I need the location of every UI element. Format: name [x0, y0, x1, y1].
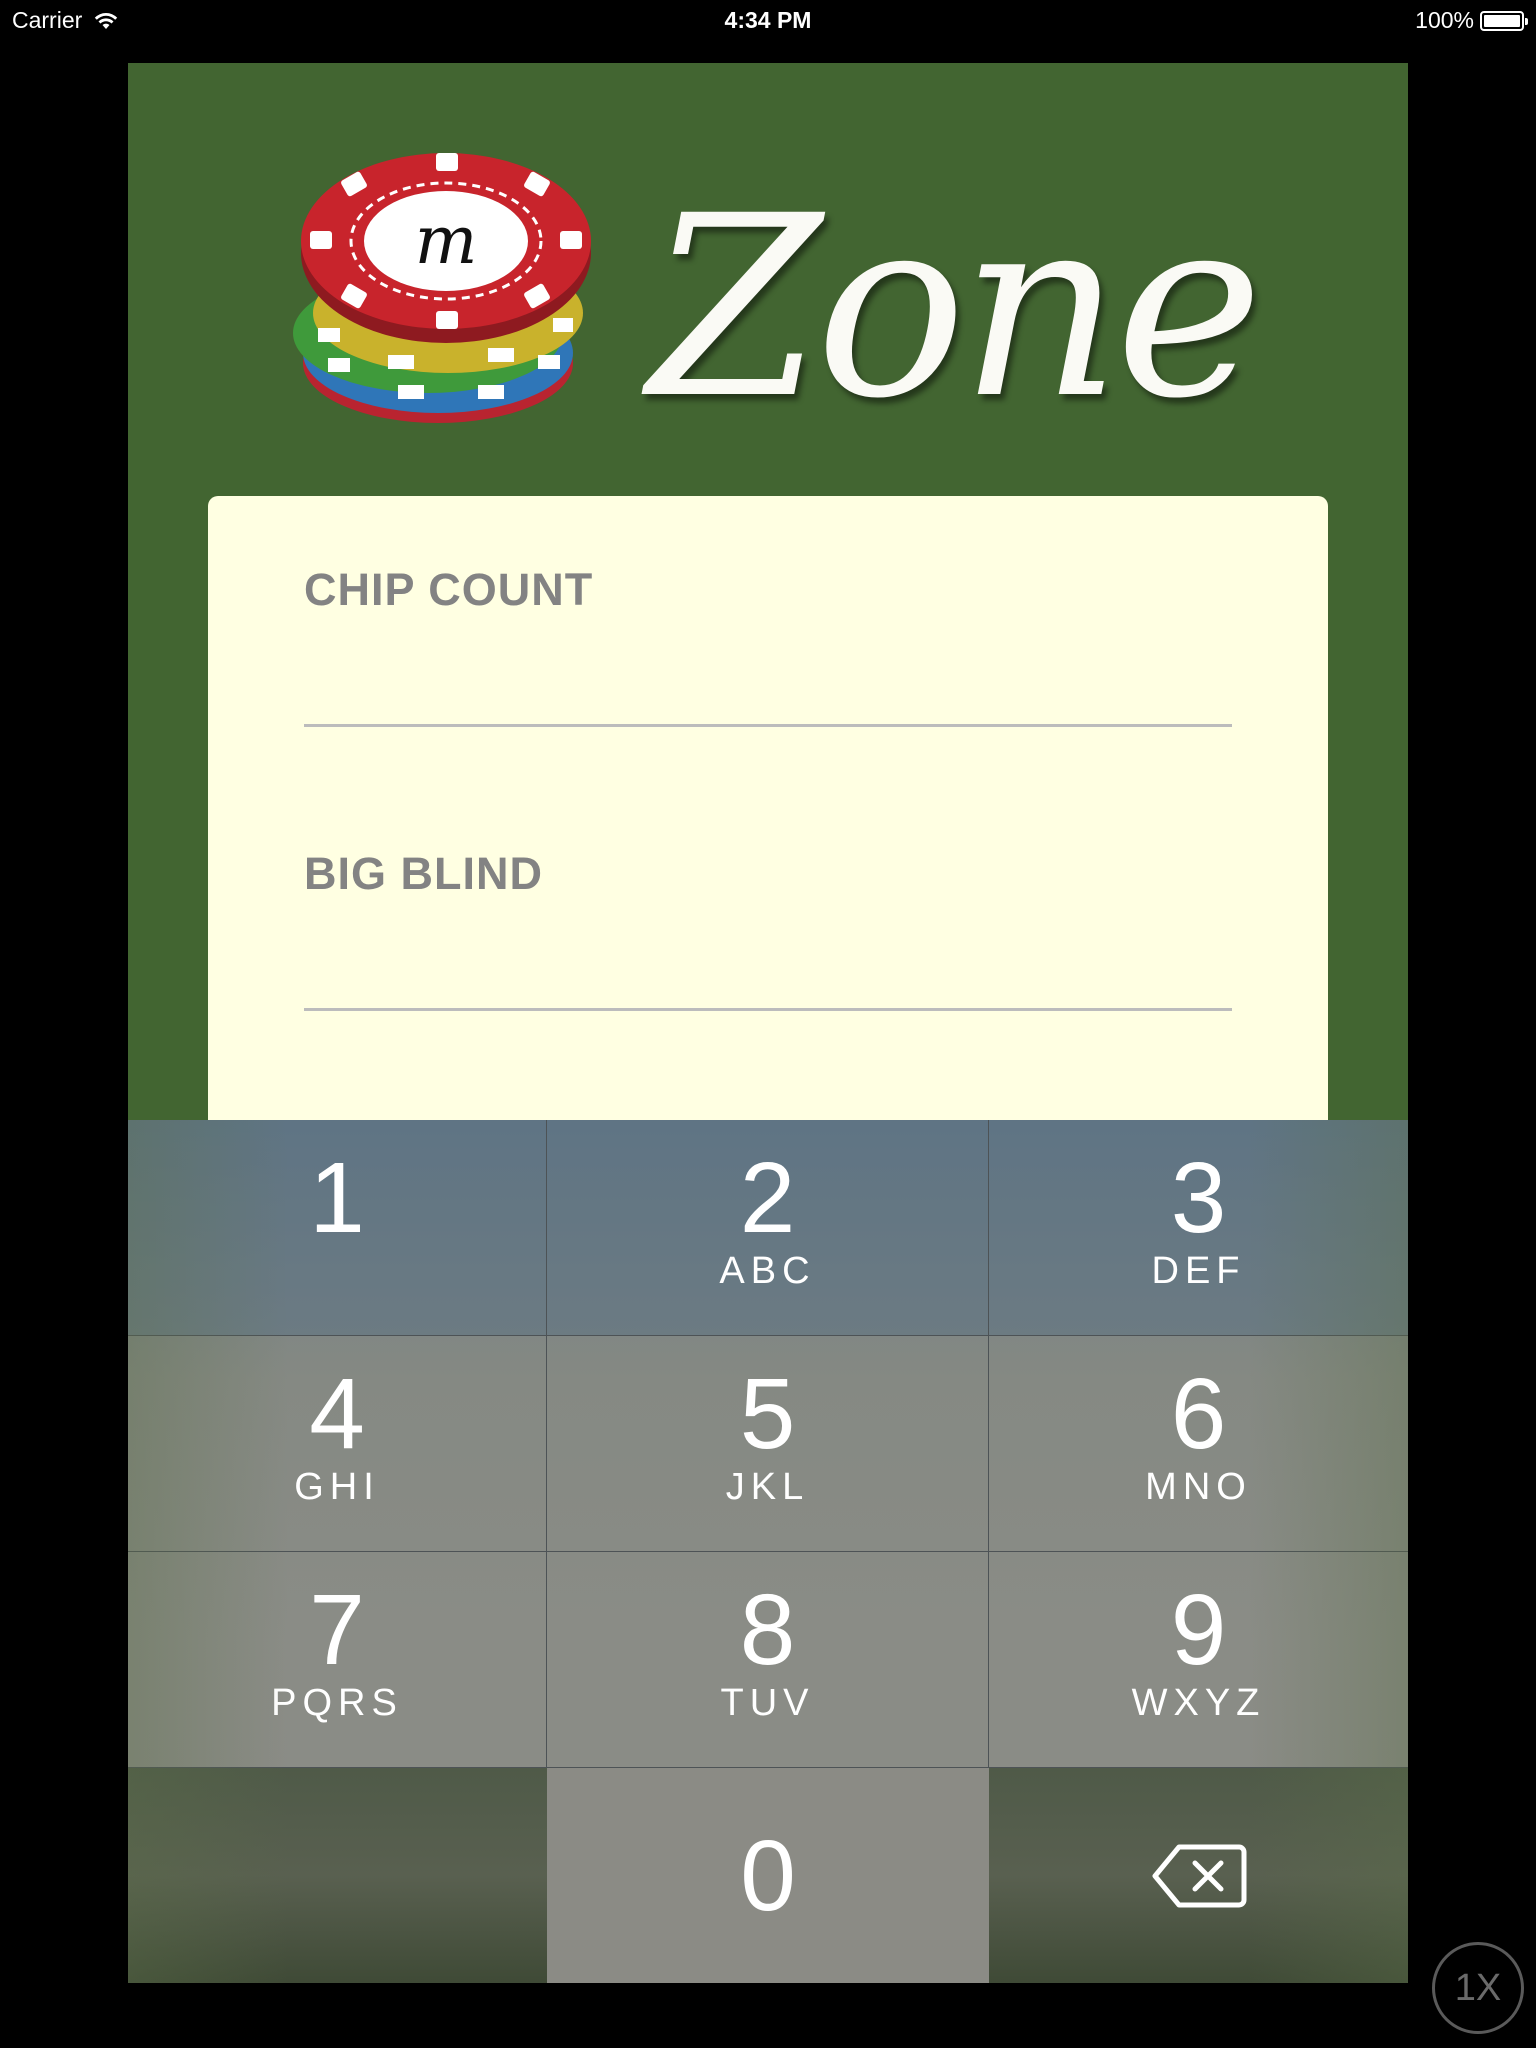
chip-count-input[interactable]	[304, 654, 1232, 727]
key-digit: 1	[309, 1142, 365, 1254]
key-blank	[128, 1768, 547, 1983]
status-time: 4:34 PM	[724, 7, 812, 33]
key-2[interactable]: 2 ABC	[547, 1120, 989, 1336]
key-letters: WXYZ	[1131, 1682, 1266, 1724]
key-digit: 4	[309, 1358, 365, 1470]
key-4[interactable]: 4 GHI	[128, 1336, 547, 1552]
key-3[interactable]: 3 DEF	[989, 1120, 1408, 1336]
backspace-icon	[1152, 1844, 1246, 1907]
key-letters: GHI	[294, 1466, 380, 1508]
key-letters: MNO	[1145, 1466, 1252, 1508]
key-digit: 0	[740, 1820, 796, 1932]
key-6[interactable]: 6 MNO	[989, 1336, 1408, 1552]
key-digit: 9	[1170, 1574, 1227, 1686]
chip-count-field: CHIP COUNT	[304, 564, 1232, 727]
key-7[interactable]: 7 PQRS	[128, 1552, 547, 1768]
big-blind-label: BIG BLIND	[304, 848, 543, 899]
key-digit: 8	[739, 1574, 796, 1686]
key-digit: 7	[309, 1574, 365, 1686]
big-blind-input[interactable]	[304, 938, 1232, 1011]
battery-icon	[1480, 10, 1528, 31]
key-letters: JKL	[725, 1466, 810, 1508]
number-keypad: 1 2 ABC 3 DEF 4 GHI 5 JKL 6 MNO 7 PQRS 8…	[128, 1120, 1408, 1983]
logo-wordmark: Zone	[648, 162, 1263, 453]
key-0[interactable]: 0	[547, 1768, 989, 1983]
key-letters: ABC	[719, 1250, 816, 1292]
key-letters: TUV	[720, 1682, 815, 1724]
big-blind-field: BIG BLIND	[304, 848, 1232, 1011]
key-digit: 6	[1170, 1358, 1227, 1470]
chip-letter: m	[415, 202, 478, 279]
backspace-key[interactable]	[989, 1768, 1408, 1983]
key-9[interactable]: 9 WXYZ	[989, 1552, 1408, 1768]
battery-percent: 100%	[1415, 7, 1474, 33]
battery-indicator: 100%	[1415, 7, 1528, 34]
zoom-toggle-button[interactable]: 1X	[1432, 1942, 1524, 2034]
key-8[interactable]: 8 TUV	[547, 1552, 989, 1768]
key-digit: 5	[739, 1358, 796, 1470]
key-letters: PQRS	[271, 1682, 403, 1724]
key-letters: DEF	[1151, 1250, 1246, 1292]
key-1[interactable]: 1	[128, 1120, 547, 1336]
app-logo: m Zone	[288, 123, 1288, 433]
key-5[interactable]: 5 JKL	[547, 1336, 989, 1552]
chip-count-label: CHIP COUNT	[304, 564, 594, 615]
status-bar: Carrier 4:34 PM 100%	[0, 0, 1536, 40]
key-digit: 3	[1170, 1142, 1227, 1254]
poker-chips-icon: m	[293, 153, 591, 423]
key-digit: 2	[739, 1142, 796, 1254]
